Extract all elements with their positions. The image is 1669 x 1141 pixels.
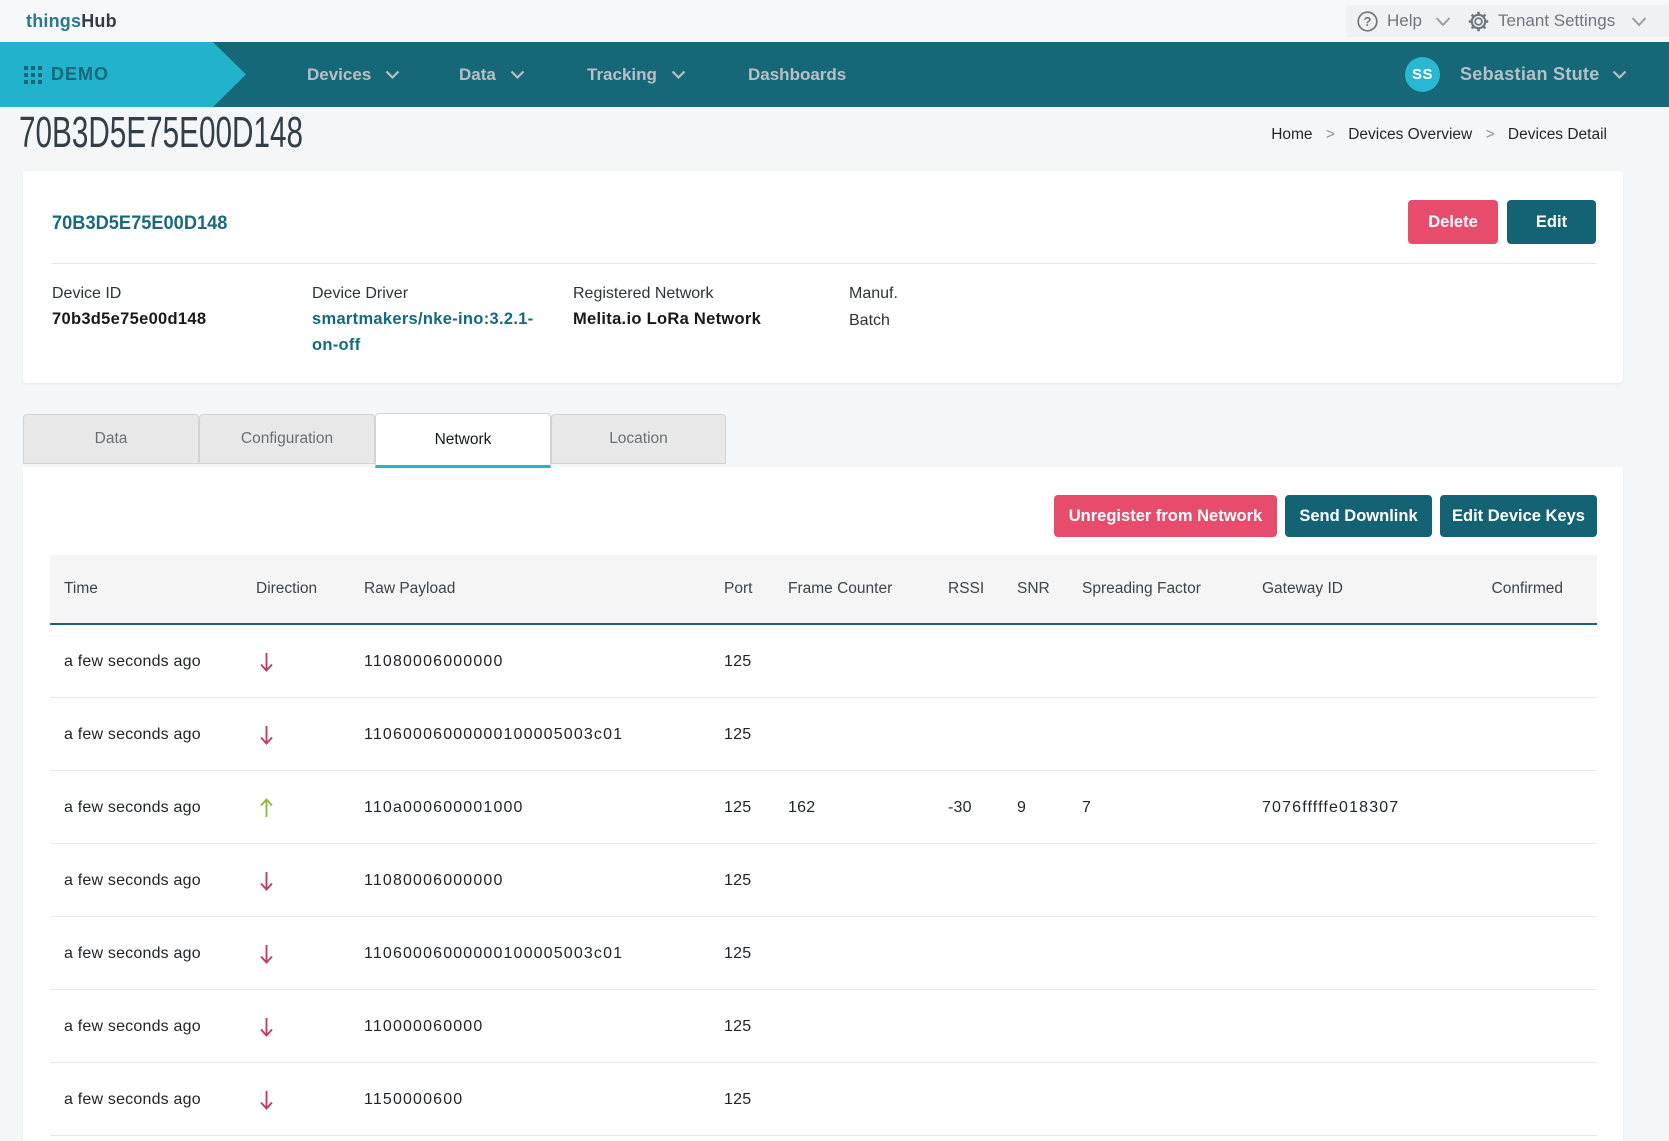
svg-text:?: ? (1364, 14, 1372, 29)
